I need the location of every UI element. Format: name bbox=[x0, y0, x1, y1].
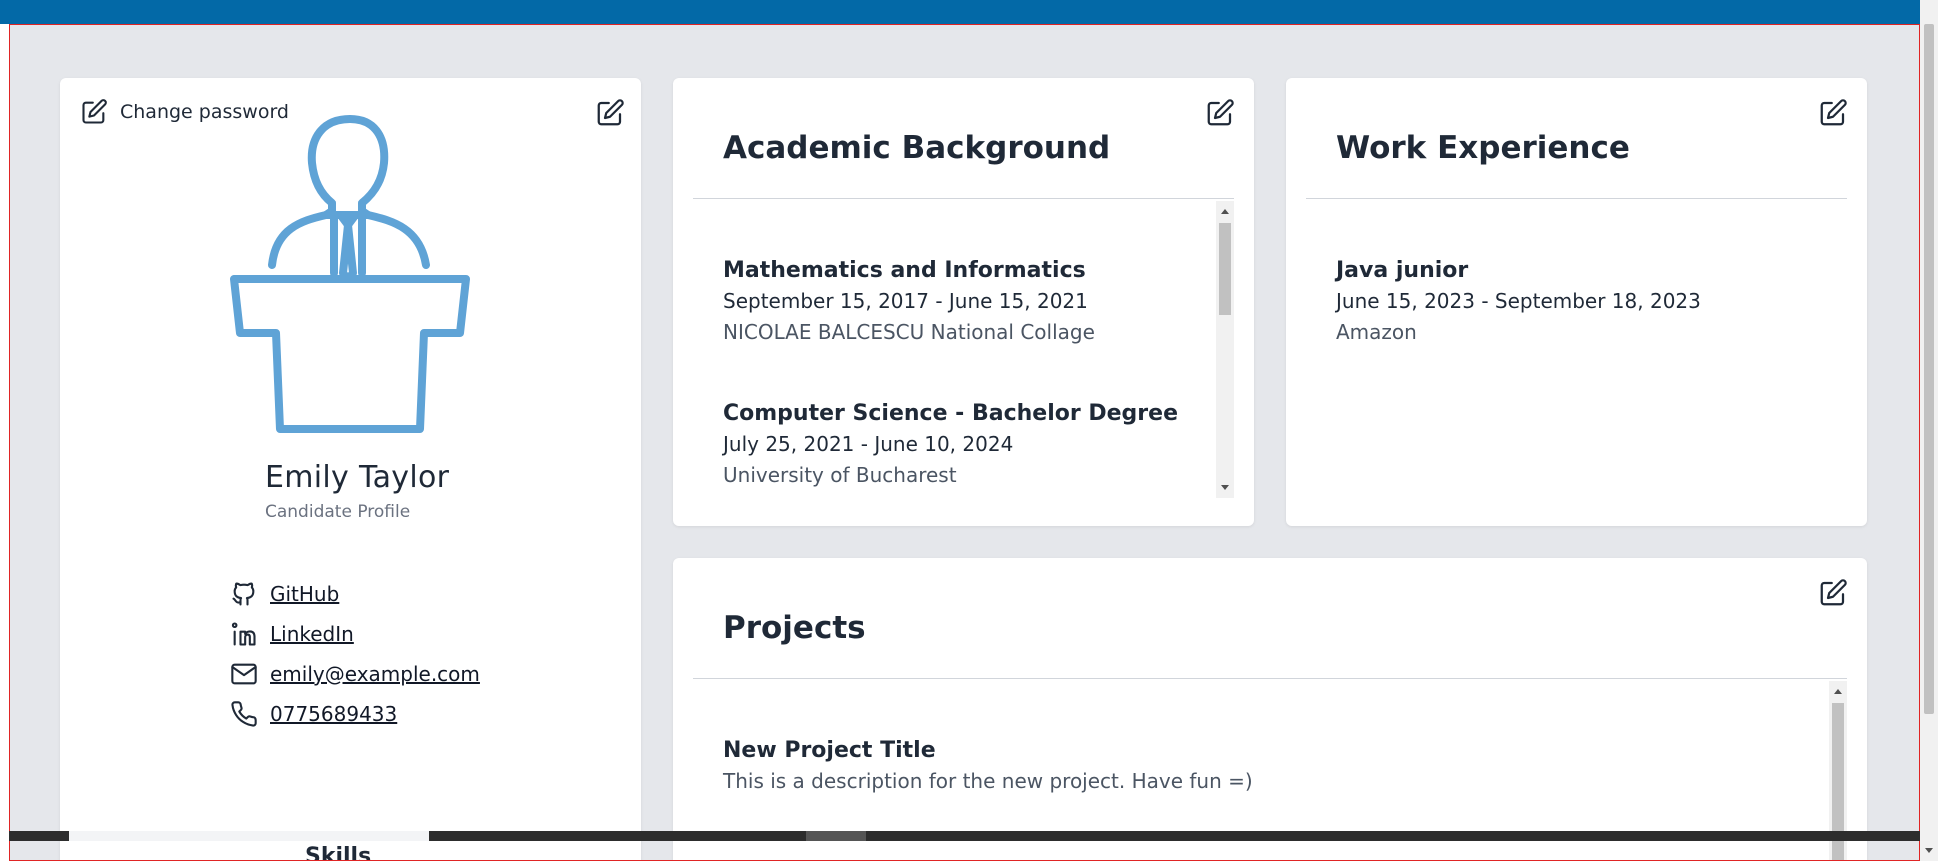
edit-projects-icon[interactable] bbox=[1818, 578, 1848, 608]
github-icon bbox=[232, 582, 255, 606]
entry-company: Amazon bbox=[1336, 320, 1417, 344]
project-description: This is a description for the new projec… bbox=[723, 769, 1253, 793]
work-experience-card: Work Experience Java junior June 15, 202… bbox=[1286, 78, 1867, 526]
profile-page: Change password Emily Taylor Candidate P… bbox=[9, 24, 1920, 861]
contact-phone: 0775689433 bbox=[230, 694, 480, 734]
edit-icon bbox=[82, 99, 107, 124]
edit-work-icon[interactable] bbox=[1818, 98, 1848, 128]
speaker-at-podium-icon bbox=[230, 115, 470, 433]
work-entries-list: Java junior June 15, 2023 - September 18… bbox=[1306, 201, 1847, 498]
skills-heading: Skills bbox=[305, 844, 372, 861]
profile-card: Change password Emily Taylor Candidate P… bbox=[60, 78, 641, 861]
academic-scrollbar[interactable] bbox=[1216, 201, 1234, 498]
horizontal-scrollbar[interactable] bbox=[9, 831, 1920, 841]
entry-dates: July 25, 2021 - June 10, 2024 bbox=[723, 432, 1014, 456]
entry-dates: June 15, 2023 - September 18, 2023 bbox=[1336, 289, 1701, 313]
linkedin-link[interactable]: LinkedIn bbox=[270, 622, 354, 646]
contact-github: GitHub bbox=[230, 574, 480, 614]
list-item: Mathematics and Informatics September 15… bbox=[693, 256, 1234, 347]
scrollbar-track-segment bbox=[69, 831, 429, 841]
entry-title: Mathematics and Informatics bbox=[723, 258, 1086, 283]
list-item: Computer Science - Bachelor Degree July … bbox=[693, 399, 1234, 490]
edit-academic-icon[interactable] bbox=[1205, 98, 1235, 128]
divider bbox=[693, 678, 1847, 679]
entry-title: Java junior bbox=[1336, 258, 1469, 283]
divider bbox=[693, 198, 1234, 199]
divider bbox=[1306, 198, 1847, 199]
contact-list: GitHub LinkedIn emily@example.com 077568… bbox=[230, 574, 480, 734]
scroll-up-arrow-icon[interactable] bbox=[1221, 209, 1229, 214]
phone-icon bbox=[231, 701, 257, 727]
email-link[interactable]: emily@example.com bbox=[270, 662, 480, 686]
candidate-subtitle: Candidate Profile bbox=[265, 502, 411, 522]
edit-profile-icon[interactable] bbox=[595, 98, 625, 128]
top-navigation-bar bbox=[0, 0, 1920, 24]
scroll-down-arrow-icon[interactable] bbox=[1221, 485, 1229, 490]
linkedin-icon bbox=[231, 622, 256, 646]
academic-title: Academic Background bbox=[723, 130, 1111, 166]
github-link[interactable]: GitHub bbox=[270, 582, 339, 606]
scroll-up-arrow-icon[interactable] bbox=[1834, 689, 1842, 694]
list-item: Java junior June 15, 2023 - September 18… bbox=[1306, 256, 1847, 347]
projects-title: Projects bbox=[723, 610, 866, 646]
envelope-icon bbox=[231, 663, 257, 685]
academic-entries-list[interactable]: Mathematics and Informatics September 15… bbox=[693, 201, 1234, 498]
projects-card: Projects New Project Title This is a des… bbox=[673, 558, 1867, 860]
entry-title: Computer Science - Bachelor Degree bbox=[723, 401, 1178, 426]
contact-linkedin: LinkedIn bbox=[230, 614, 480, 654]
project-title: New Project Title bbox=[723, 738, 936, 763]
scrollbar-thumb[interactable] bbox=[806, 831, 866, 841]
scroll-down-arrow-icon[interactable] bbox=[1925, 848, 1933, 853]
page-scrollbar[interactable] bbox=[1920, 0, 1938, 861]
entry-institution: NICOLAE BALCESCU National Collage bbox=[723, 320, 1095, 344]
list-item: New Project Title This is a description … bbox=[693, 736, 1847, 796]
academic-background-card: Academic Background Mathematics and Info… bbox=[673, 78, 1254, 526]
page-scrollbar-thumb[interactable] bbox=[1924, 24, 1934, 714]
entry-dates: September 15, 2017 - June 15, 2021 bbox=[723, 289, 1088, 313]
candidate-name: Emily Taylor bbox=[265, 460, 450, 495]
phone-link[interactable]: 0775689433 bbox=[270, 702, 397, 726]
contact-email: emily@example.com bbox=[230, 654, 480, 694]
entry-institution: University of Bucharest bbox=[723, 463, 957, 487]
scrollbar-thumb[interactable] bbox=[1219, 223, 1231, 315]
work-title: Work Experience bbox=[1336, 130, 1630, 166]
